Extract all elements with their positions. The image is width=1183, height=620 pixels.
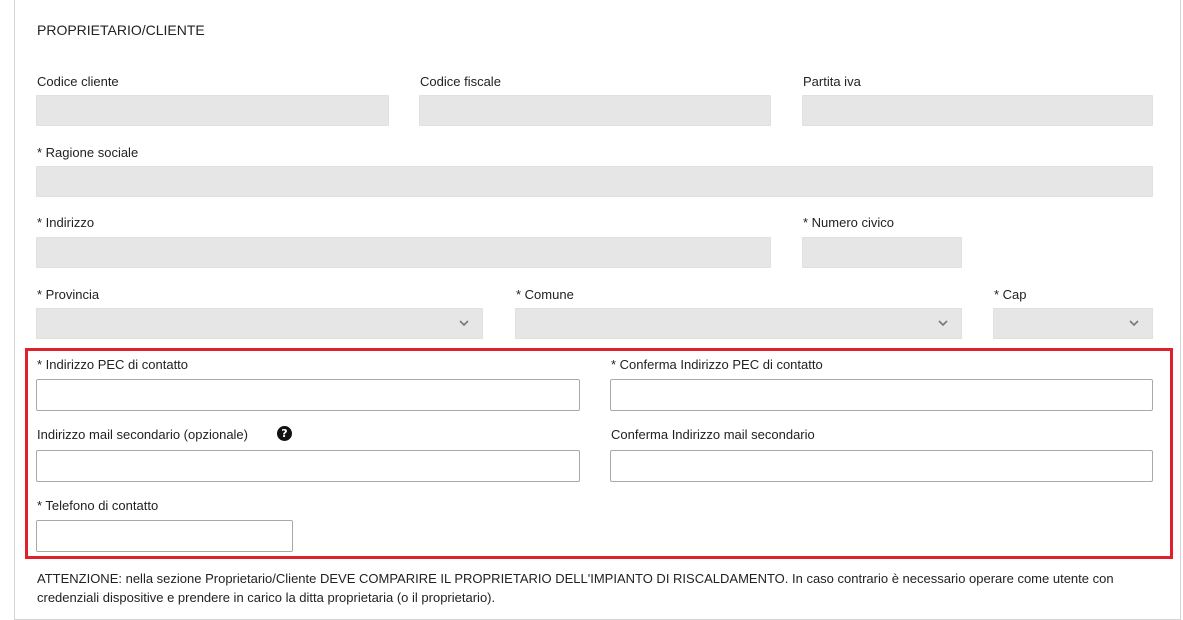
pec-confirm-input[interactable]: [610, 379, 1153, 411]
comune-label: * Comune: [516, 287, 574, 302]
codice-fiscale-label: Codice fiscale: [420, 74, 501, 89]
chevron-down-icon: [938, 320, 948, 327]
partita-iva-label: Partita iva: [803, 74, 861, 89]
question-circle-icon[interactable]: ?: [277, 426, 292, 441]
pec-input[interactable]: [36, 379, 580, 411]
codice-cliente-field: [36, 95, 389, 126]
mail-secondary-confirm-label: Conferma Indirizzo mail secondario: [611, 427, 815, 442]
mail-secondary-input[interactable]: [36, 450, 580, 482]
pec-label: * Indirizzo PEC di contatto: [37, 357, 189, 372]
ragione-sociale-label: * Ragione sociale: [37, 145, 139, 160]
pec-confirm-label: * Conferma Indirizzo PEC di contatto: [611, 357, 823, 372]
numero-civico-field: [802, 237, 962, 268]
mail-secondary-label: Indirizzo mail secondario (opzionale): [37, 427, 248, 442]
codice-fiscale-field: [419, 95, 771, 126]
section-title: PROPRIETARIO/CLIENTE: [37, 22, 205, 38]
cap-select[interactable]: [993, 308, 1153, 339]
mail-secondary-confirm-input[interactable]: [610, 450, 1153, 482]
chevron-down-icon: [459, 320, 469, 327]
comune-select[interactable]: [515, 308, 962, 339]
partita-iva-field: [802, 95, 1153, 126]
indirizzo-label: * Indirizzo: [37, 215, 95, 230]
numero-civico-label: * Numero civico: [803, 215, 895, 230]
chevron-down-icon: [1129, 320, 1139, 327]
ragione-sociale-field: [36, 166, 1153, 197]
phone-label: * Telefono di contatto: [37, 498, 159, 513]
cap-label: * Cap: [994, 287, 1027, 302]
phone-input[interactable]: [36, 520, 293, 552]
provincia-label: * Provincia: [37, 287, 100, 302]
provincia-select[interactable]: [36, 308, 483, 339]
codice-cliente-label: Codice cliente: [37, 74, 119, 89]
attention-notice: ATTENZIONE: nella sezione Proprietario/C…: [37, 571, 1114, 605]
indirizzo-field: [36, 237, 771, 268]
